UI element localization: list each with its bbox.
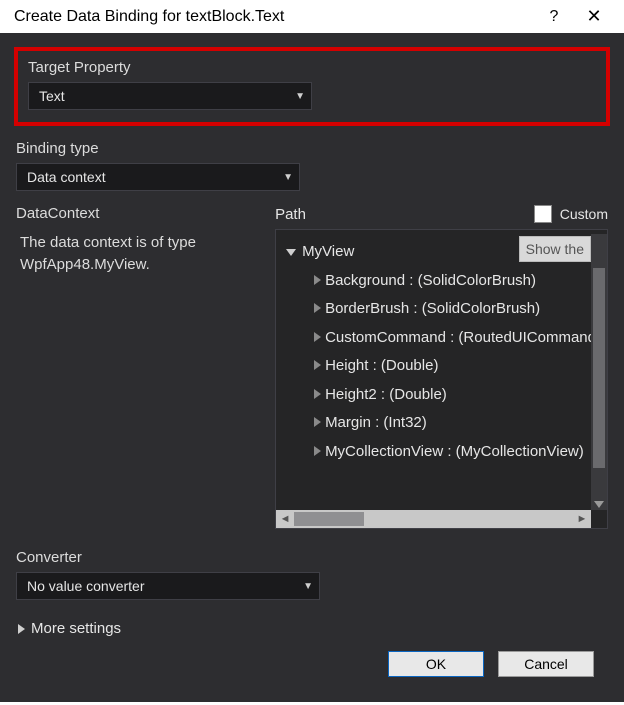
tree-item-label: MyCollectionView : (MyCollectionView) [325,443,584,460]
expander-down-icon [286,249,296,256]
tree-item-label: CustomCommand : (RoutedUICommand) [325,329,601,346]
tree-item[interactable]: BorderBrush : (SolidColorBrush) [286,295,601,324]
converter-combo[interactable]: No value converter ▼ [16,572,320,600]
tree-item[interactable]: Background : (SolidColorBrush) [286,267,601,296]
vertical-scrollbar[interactable] [591,234,607,510]
expander-right-icon [18,624,25,634]
tree-item-label: BorderBrush : (SolidColorBrush) [325,300,540,317]
path-header: Path Custom [275,205,608,223]
horizontal-scrollbar[interactable]: ◄ ► [276,510,591,528]
close-button[interactable]: ✕ [574,6,614,27]
tree-item-label: Background : (SolidColorBrush) [325,272,536,289]
tree-item[interactable]: Margin : (Int32) [286,409,601,438]
help-button[interactable]: ? [534,8,574,26]
custom-checkbox-wrap: Custom [534,205,608,223]
show-the-button[interactable]: Show the [519,236,591,262]
expander-right-icon [314,389,321,399]
scroll-left-icon: ◄ [276,510,294,528]
tree-item[interactable]: Height2 : (Double) [286,381,601,410]
target-property-combo[interactable]: Text ▼ [28,82,312,110]
dialog-title: Create Data Binding for textBlock.Text [14,8,534,26]
tree-item[interactable]: Height : (Double) [286,352,601,381]
binding-type-label: Binding type [16,140,608,157]
tree-item-label: Margin : (Int32) [325,414,427,431]
tree-item-label: Height : (Double) [325,357,438,374]
dialog-footer: OK Cancel [14,637,610,695]
expander-right-icon [314,446,321,456]
target-property-label: Target Property [28,59,596,76]
path-label: Path [275,206,306,223]
datacontext-label: DataContext [16,205,257,222]
dialog-content: Target Property Text ▼ Binding type Data… [0,33,624,705]
path-tree-box: Show the MyView Background : (SolidColor… [275,229,608,529]
tree-item[interactable]: MyCollectionView : (MyCollectionView) [286,438,601,467]
tree-item[interactable]: CustomCommand : (RoutedUICommand) [286,324,601,353]
vertical-scroll-thumb[interactable] [593,268,605,468]
horizontal-scroll-track[interactable] [294,511,573,527]
main-columns: DataContext The data context is of type … [16,205,608,529]
path-column: Path Custom Show the MyView Background :… [275,205,608,529]
chevron-down-icon: ▼ [295,91,305,102]
tree-root-label: MyView [302,238,354,267]
binding-type-value: Data context [27,169,106,185]
converter-section: Converter No value converter ▼ [16,549,608,600]
ok-button[interactable]: OK [388,651,484,677]
more-settings-expander[interactable]: More settings [18,620,606,637]
binding-type-section: Binding type Data context ▼ [16,140,608,191]
custom-label: Custom [560,206,608,222]
custom-checkbox[interactable] [534,205,552,223]
target-property-value: Text [39,88,65,104]
expander-right-icon [314,332,321,342]
expander-right-icon [314,417,321,427]
binding-type-combo[interactable]: Data context ▼ [16,163,300,191]
path-tree[interactable]: MyView Background : (SolidColorBrush) Bor… [276,230,607,510]
converter-value: No value converter [27,578,145,594]
converter-label: Converter [16,549,608,566]
expander-right-icon [314,303,321,313]
datacontext-text: The data context is of type WpfApp48.MyV… [16,232,257,276]
scroll-right-icon: ► [573,510,591,528]
expander-right-icon [314,360,321,370]
expander-right-icon [314,275,321,285]
cancel-button[interactable]: Cancel [498,651,594,677]
chevron-down-icon: ▼ [303,581,313,592]
tree-item-label: Height2 : (Double) [325,386,447,403]
titlebar: Create Data Binding for textBlock.Text ?… [0,0,624,33]
target-property-highlight: Target Property Text ▼ [14,47,610,126]
more-settings-label: More settings [31,620,121,637]
chevron-down-icon: ▼ [283,172,293,183]
scroll-down-icon [594,501,604,508]
datacontext-column: DataContext The data context is of type … [16,205,257,529]
data-binding-dialog: Create Data Binding for textBlock.Text ?… [0,0,624,702]
horizontal-scroll-thumb[interactable] [294,512,364,526]
